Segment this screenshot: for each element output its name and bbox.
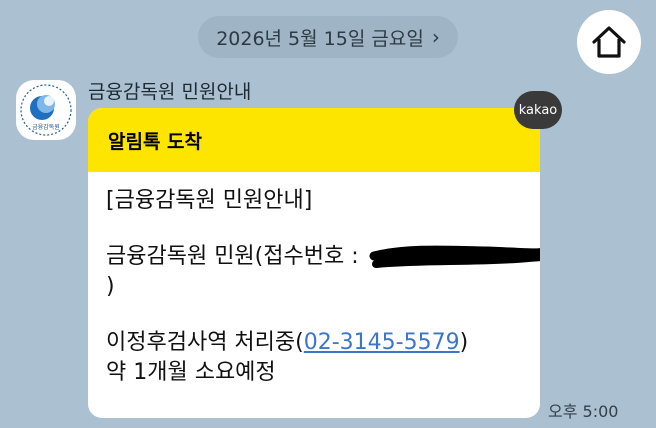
message-line-duration: 약 1개월 소요예정 xyxy=(106,360,276,385)
status-close: ) xyxy=(459,330,469,355)
message-header: 알림톡 도착 xyxy=(88,108,540,172)
date-label: 2026년 5월 15일 금요일 xyxy=(216,27,424,50)
sender-avatar[interactable]: 금융감독원 xyxy=(16,80,76,140)
sender-name: 금융감독원 민원안내 xyxy=(88,81,252,103)
phone-link[interactable]: 02-3145-5579 xyxy=(304,330,460,355)
fss-logo-icon: 금융감독원 xyxy=(20,84,72,136)
receipt-close: ) xyxy=(106,274,115,299)
message-line-status: 이정후검사역 처리중(02-3145-5579) xyxy=(106,328,522,358)
message-timestamp: 오후 5:00 xyxy=(548,402,619,421)
receipt-label: 금융감독원 민원(접수번호 : xyxy=(106,244,359,269)
status-text: 이정후검사역 처리중( xyxy=(106,330,304,355)
message-line-title: [금융감독원 민원안내] xyxy=(106,188,313,213)
redaction-scribble xyxy=(366,242,540,272)
message-body: [금융감독원 민원안내] 금융감독원 민원(접수번호 : ) 이정후검사역 처리… xyxy=(88,172,540,388)
avatar-text: 금융감독원 xyxy=(32,123,60,131)
chevron-right-icon: › xyxy=(431,25,440,49)
date-divider[interactable]: 2026년 5월 15일 금요일 › xyxy=(198,16,458,58)
kakao-badge: kakao xyxy=(514,91,562,129)
message-header-title: 알림톡 도착 xyxy=(108,130,203,153)
message-bubble[interactable]: 알림톡 도착 [금융감독원 민원안내] 금융감독원 민원(접수번호 : ) 이정… xyxy=(88,108,540,418)
home-button[interactable] xyxy=(577,10,641,74)
home-icon xyxy=(592,26,626,58)
message-line-receipt: 금융감독원 민원(접수번호 : xyxy=(106,242,540,272)
